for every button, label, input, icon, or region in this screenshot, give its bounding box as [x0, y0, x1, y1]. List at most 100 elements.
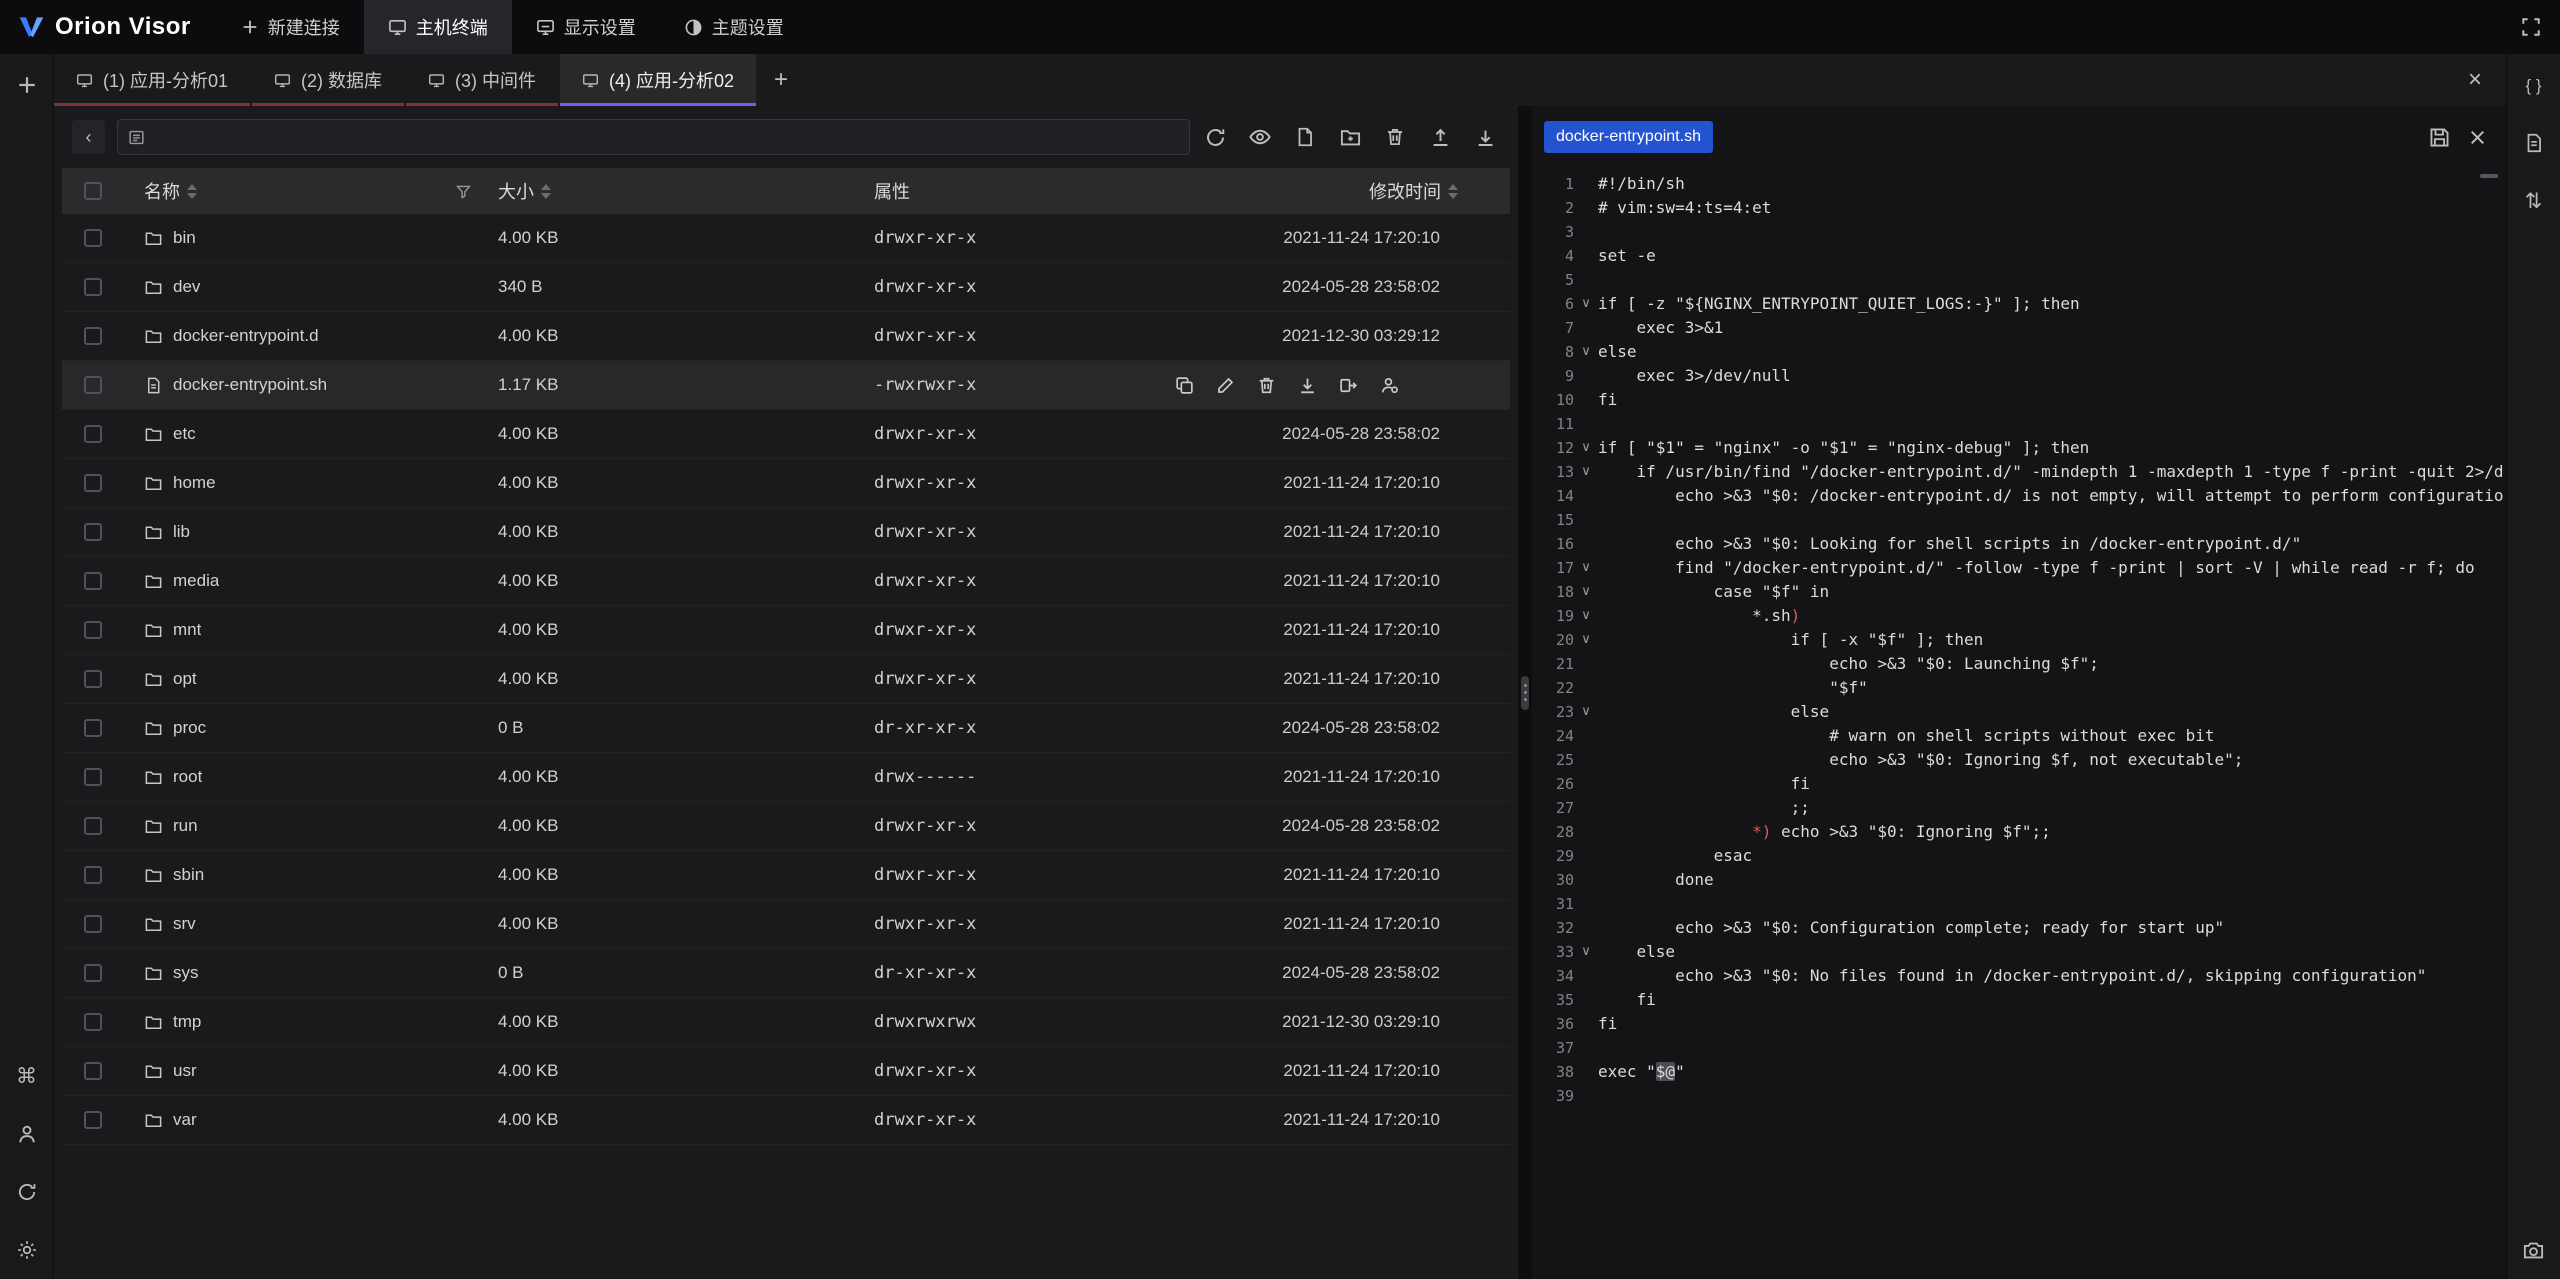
- fold-chevron-icon[interactable]: [1574, 1084, 1598, 1108]
- file-name[interactable]: home: [173, 473, 216, 493]
- fold-chevron-icon[interactable]: [1574, 268, 1598, 292]
- settings-gear-icon[interactable]: [12, 1235, 42, 1265]
- file-name[interactable]: media: [173, 571, 219, 591]
- file-name[interactable]: root: [173, 767, 202, 787]
- move-icon[interactable]: [1338, 374, 1359, 396]
- row-checkbox[interactable]: [84, 376, 102, 394]
- download-icon[interactable]: [1297, 374, 1318, 396]
- terminal-tab[interactable]: (1) 应用-分析01: [54, 54, 250, 106]
- row-checkbox[interactable]: [84, 229, 102, 247]
- fold-chevron-icon[interactable]: [1574, 724, 1598, 748]
- fold-chevron-icon[interactable]: ∨: [1574, 628, 1598, 652]
- upload-icon[interactable]: [1427, 124, 1453, 150]
- table-row[interactable]: sys 0 B dr-xr-xr-x 2024-05-28 23:58:02: [62, 949, 1510, 998]
- row-checkbox[interactable]: [84, 1013, 102, 1031]
- path-bar[interactable]: [117, 119, 1190, 155]
- path-input[interactable]: [155, 128, 1179, 146]
- file-name[interactable]: docker-entrypoint.sh: [173, 375, 327, 395]
- file-name[interactable]: mnt: [173, 620, 201, 640]
- fold-chevron-icon[interactable]: [1574, 1012, 1598, 1036]
- table-row[interactable]: lib 4.00 KB drwxr-xr-x 2021-11-24 17:20:…: [62, 508, 1510, 557]
- file-name[interactable]: srv: [173, 914, 196, 934]
- table-row[interactable]: docker-entrypoint.sh 1.17 KB -rwxrwxr-x: [62, 361, 1510, 410]
- column-header-time[interactable]: 修改时间: [1369, 178, 1441, 204]
- table-row[interactable]: proc 0 B dr-xr-xr-x 2024-05-28 23:58:02: [62, 704, 1510, 753]
- row-checkbox[interactable]: [84, 866, 102, 884]
- new-tab-button[interactable]: +: [758, 54, 804, 106]
- fold-chevron-icon[interactable]: ∨: [1574, 580, 1598, 604]
- fold-chevron-icon[interactable]: ∨: [1574, 436, 1598, 460]
- row-checkbox[interactable]: [84, 523, 102, 541]
- row-checkbox[interactable]: [84, 425, 102, 443]
- row-checkbox[interactable]: [84, 327, 102, 345]
- file-name[interactable]: dev: [173, 277, 200, 297]
- fold-chevron-icon[interactable]: ∨: [1574, 340, 1598, 364]
- user-icon[interactable]: [12, 1119, 42, 1149]
- nav-host-terminal[interactable]: 主机终端: [364, 0, 512, 54]
- fullscreen-icon[interactable]: [2520, 16, 2542, 38]
- row-checkbox[interactable]: [84, 1062, 102, 1080]
- table-row[interactable]: docker-entrypoint.d 4.00 KB drwxr-xr-x 2…: [62, 312, 1510, 361]
- splitter-handle[interactable]: [1521, 676, 1529, 710]
- file-name[interactable]: etc: [173, 424, 196, 444]
- command-shortcut-icon[interactable]: ⌘: [12, 1061, 42, 1091]
- fold-chevron-icon[interactable]: [1574, 748, 1598, 772]
- fold-chevron-icon[interactable]: [1574, 316, 1598, 340]
- fold-chevron-icon[interactable]: ∨: [1574, 460, 1598, 484]
- fold-chevron-icon[interactable]: ∨: [1574, 604, 1598, 628]
- file-name[interactable]: docker-entrypoint.d: [173, 326, 319, 346]
- edit-icon[interactable]: [1215, 374, 1236, 396]
- column-header-name[interactable]: 名称: [144, 178, 180, 204]
- fold-chevron-icon[interactable]: [1574, 964, 1598, 988]
- file-name[interactable]: var: [173, 1110, 197, 1130]
- fold-chevron-icon[interactable]: [1574, 532, 1598, 556]
- table-row[interactable]: usr 4.00 KB drwxr-xr-x 2021-11-24 17:20:…: [62, 1047, 1510, 1096]
- terminal-tab[interactable]: (4) 应用-分析02: [560, 54, 756, 106]
- fold-chevron-icon[interactable]: [1574, 796, 1598, 820]
- fold-chevron-icon[interactable]: [1574, 916, 1598, 940]
- row-checkbox[interactable]: [84, 474, 102, 492]
- nav-display-settings[interactable]: 显示设置: [512, 0, 660, 54]
- screenshot-camera-icon[interactable]: [2519, 1235, 2549, 1265]
- row-checkbox[interactable]: [84, 1111, 102, 1129]
- fold-chevron-icon[interactable]: [1574, 220, 1598, 244]
- new-folder-icon[interactable]: [1337, 124, 1363, 150]
- copy-icon[interactable]: [1174, 374, 1195, 396]
- sync-icon[interactable]: [12, 1177, 42, 1207]
- file-name[interactable]: usr: [173, 1061, 197, 1081]
- download-icon[interactable]: [1472, 124, 1498, 150]
- fold-chevron-icon[interactable]: [1574, 412, 1598, 436]
- fold-chevron-icon[interactable]: [1574, 988, 1598, 1012]
- new-file-icon[interactable]: [1292, 124, 1318, 150]
- sort-time-icon[interactable]: [1448, 184, 1458, 199]
- column-header-size[interactable]: 大小: [498, 178, 534, 204]
- table-row[interactable]: root 4.00 KB drwx------ 2021-11-24 17:20…: [62, 753, 1510, 802]
- terminal-tab[interactable]: (3) 中间件: [406, 54, 558, 106]
- table-row[interactable]: mnt 4.00 KB drwxr-xr-x 2021-11-24 17:20:…: [62, 606, 1510, 655]
- braces-icon[interactable]: { }: [2519, 70, 2549, 100]
- file-name[interactable]: lib: [173, 522, 190, 542]
- fold-chevron-icon[interactable]: [1574, 820, 1598, 844]
- add-tab-icon[interactable]: [12, 70, 42, 100]
- row-checkbox[interactable]: [84, 278, 102, 296]
- nav-theme-settings[interactable]: 主题设置: [660, 0, 808, 54]
- fold-chevron-icon[interactable]: [1574, 508, 1598, 532]
- row-checkbox[interactable]: [84, 719, 102, 737]
- fold-chevron-icon[interactable]: [1574, 1060, 1598, 1084]
- nav-new-connection[interactable]: 新建连接: [217, 0, 364, 54]
- file-name[interactable]: tmp: [173, 1012, 201, 1032]
- fold-chevron-icon[interactable]: [1574, 772, 1598, 796]
- table-row[interactable]: opt 4.00 KB drwxr-xr-x 2021-11-24 17:20:…: [62, 655, 1510, 704]
- transfer-list-icon[interactable]: ⇅: [2519, 186, 2549, 216]
- fold-chevron-icon[interactable]: [1574, 172, 1598, 196]
- file-name[interactable]: bin: [173, 228, 196, 248]
- file-name[interactable]: sbin: [173, 865, 204, 885]
- table-row[interactable]: sbin 4.00 KB drwxr-xr-x 2021-11-24 17:20…: [62, 851, 1510, 900]
- fold-chevron-icon[interactable]: [1574, 892, 1598, 916]
- table-row[interactable]: bin 4.00 KB drwxr-xr-x 2021-11-24 17:20:…: [62, 214, 1510, 263]
- file-name[interactable]: run: [173, 816, 198, 836]
- terminal-tab[interactable]: (2) 数据库: [252, 54, 404, 106]
- row-checkbox[interactable]: [84, 964, 102, 982]
- table-row[interactable]: var 4.00 KB drwxr-xr-x 2021-11-24 17:20:…: [62, 1096, 1510, 1145]
- back-button[interactable]: ‹: [72, 120, 105, 154]
